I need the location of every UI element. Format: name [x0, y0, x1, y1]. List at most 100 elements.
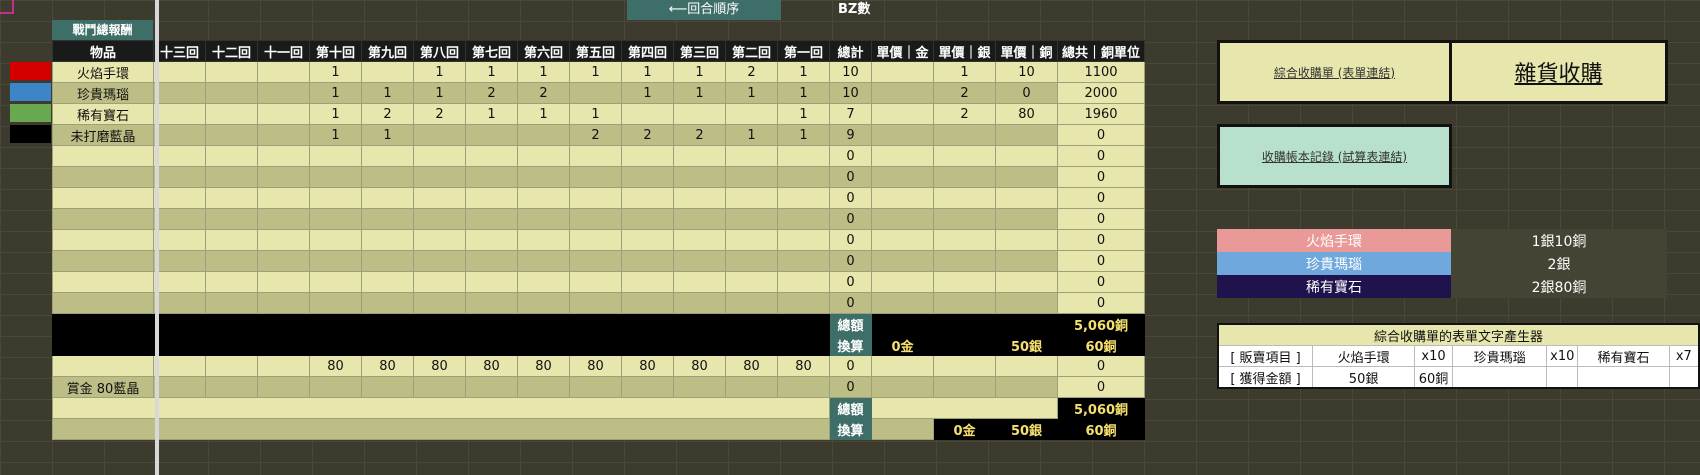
cell[interactable]	[361, 271, 414, 293]
cell[interactable]	[871, 271, 934, 293]
cell[interactable]: 0	[1057, 376, 1145, 398]
cell[interactable]	[153, 208, 206, 230]
cell[interactable]: 1	[933, 61, 996, 83]
cell[interactable]: 0	[829, 292, 872, 314]
cell[interactable]	[153, 229, 206, 251]
cell[interactable]	[257, 229, 310, 251]
cell[interactable]: 1	[517, 61, 570, 83]
cell[interactable]	[725, 145, 778, 167]
cell[interactable]	[777, 229, 830, 251]
cell[interactable]	[257, 355, 310, 377]
cell[interactable]: 1	[777, 124, 830, 146]
cell[interactable]	[361, 250, 414, 272]
cell[interactable]: 0	[1057, 355, 1145, 377]
cell[interactable]	[871, 61, 934, 83]
cell[interactable]	[777, 292, 830, 314]
cell[interactable]	[309, 166, 362, 188]
cell[interactable]	[517, 166, 570, 188]
cell[interactable]	[205, 229, 258, 251]
cell[interactable]: 0	[1057, 208, 1145, 230]
cell[interactable]	[871, 166, 934, 188]
cell[interactable]	[413, 187, 466, 209]
cell[interactable]	[465, 250, 518, 272]
cell[interactable]	[995, 145, 1058, 167]
cell[interactable]: 1	[413, 82, 466, 104]
cell[interactable]	[995, 355, 1058, 377]
cell[interactable]: 1	[465, 61, 518, 83]
cell[interactable]: 10	[995, 61, 1058, 83]
cell[interactable]	[995, 250, 1058, 272]
cell[interactable]	[153, 292, 206, 314]
cell[interactable]	[871, 250, 934, 272]
cell[interactable]	[621, 145, 674, 167]
cell[interactable]	[517, 229, 570, 251]
cell[interactable]	[153, 355, 206, 377]
cell[interactable]: 1	[309, 124, 362, 146]
cell[interactable]	[871, 355, 934, 377]
cell[interactable]: 1	[361, 82, 414, 104]
cell[interactable]	[257, 208, 310, 230]
cell[interactable]	[569, 145, 622, 167]
cell[interactable]	[871, 292, 934, 314]
cell[interactable]	[361, 229, 414, 251]
cell[interactable]	[673, 166, 726, 188]
cell[interactable]	[933, 208, 996, 230]
cell[interactable]	[205, 271, 258, 293]
item-name[interactable]	[52, 208, 154, 230]
cell[interactable]: 80	[621, 355, 674, 377]
cell[interactable]	[517, 124, 570, 146]
cell[interactable]	[153, 166, 206, 188]
cell[interactable]	[413, 208, 466, 230]
cell[interactable]	[995, 187, 1058, 209]
cell[interactable]: 1	[621, 82, 674, 104]
cell[interactable]	[413, 250, 466, 272]
cell[interactable]: 80	[361, 355, 414, 377]
cell[interactable]	[621, 187, 674, 209]
cell[interactable]: 0	[829, 250, 872, 272]
cell[interactable]	[257, 124, 310, 146]
cell[interactable]	[205, 250, 258, 272]
cell[interactable]	[777, 145, 830, 167]
cell[interactable]	[153, 376, 206, 398]
round-order-button[interactable]: ⟵回合順序	[627, 0, 781, 20]
cell[interactable]: 0	[1057, 145, 1145, 167]
cell[interactable]: 0	[829, 208, 872, 230]
cell[interactable]: 80	[569, 355, 622, 377]
cell[interactable]	[413, 376, 466, 398]
cell[interactable]: 80	[465, 355, 518, 377]
cell[interactable]	[725, 187, 778, 209]
combined-order-link[interactable]: 綜合收購單 (表單連結)	[1217, 40, 1452, 104]
cell[interactable]: 0	[1057, 166, 1145, 188]
cell[interactable]	[361, 376, 414, 398]
cell[interactable]	[309, 145, 362, 167]
cell[interactable]	[257, 250, 310, 272]
cell[interactable]	[569, 271, 622, 293]
cell[interactable]	[205, 376, 258, 398]
item-name[interactable]: 火焰手環	[52, 61, 154, 83]
cell[interactable]	[517, 187, 570, 209]
item-name[interactable]	[52, 145, 154, 167]
cell[interactable]	[569, 250, 622, 272]
cell[interactable]	[517, 250, 570, 272]
cell[interactable]	[933, 229, 996, 251]
cell[interactable]: 0	[829, 145, 872, 167]
cell[interactable]: 7	[829, 103, 872, 125]
cell[interactable]: 80	[413, 355, 466, 377]
cell[interactable]: 2	[933, 82, 996, 104]
cell[interactable]	[153, 187, 206, 209]
cell[interactable]	[205, 187, 258, 209]
cell[interactable]	[995, 229, 1058, 251]
cell[interactable]	[257, 61, 310, 83]
cell[interactable]	[361, 292, 414, 314]
cell[interactable]	[361, 166, 414, 188]
cell[interactable]	[673, 103, 726, 125]
cell[interactable]	[257, 82, 310, 104]
cell[interactable]	[205, 82, 258, 104]
cell[interactable]	[309, 187, 362, 209]
cell[interactable]	[871, 376, 934, 398]
cell[interactable]: 1	[725, 82, 778, 104]
cell[interactable]	[361, 145, 414, 167]
cell[interactable]	[995, 292, 1058, 314]
cell[interactable]	[673, 187, 726, 209]
cell[interactable]	[517, 145, 570, 167]
